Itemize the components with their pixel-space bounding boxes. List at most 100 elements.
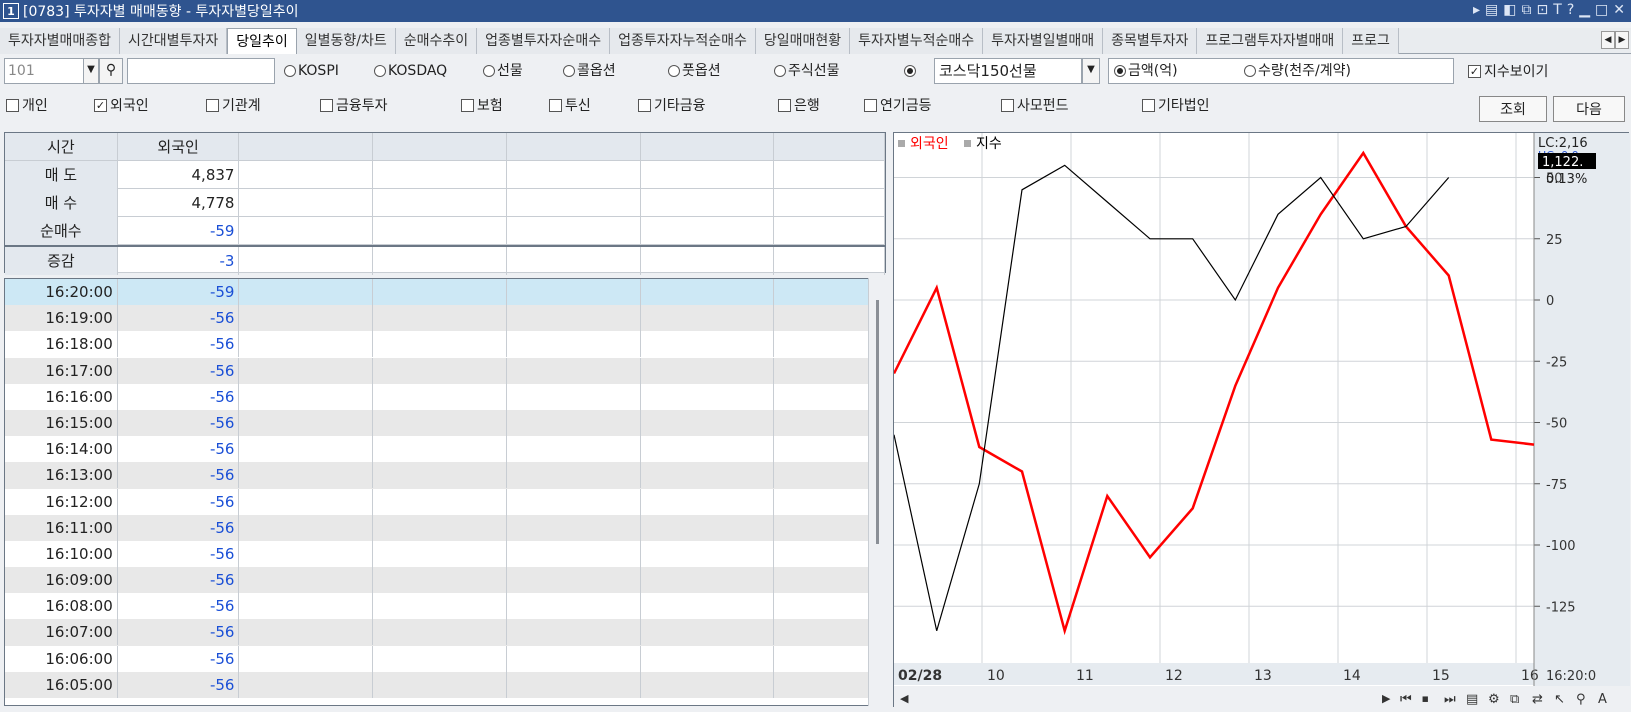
- tab-8[interactable]: 투자자별누적순매수: [850, 28, 983, 54]
- timeline-row[interactable]: 16:14:00-56: [5, 436, 885, 462]
- future-dropdown-icon[interactable]: ▼: [1082, 58, 1100, 84]
- radio-quantity[interactable]: 수량(천주/계약): [1244, 58, 1351, 84]
- timeline-row[interactable]: 16:07:00-56: [5, 619, 885, 645]
- timeline-row[interactable]: 16:17:00-56: [5, 358, 885, 384]
- timeline-row[interactable]: 16:10:00-56: [5, 541, 885, 567]
- timeline-row[interactable]: 16:13:00-56: [5, 462, 885, 488]
- investor-checkbox-2[interactable]: 기관계: [206, 92, 261, 118]
- investor-checkbox-6[interactable]: 기타금융: [638, 92, 706, 118]
- x-tick-label: 12: [1165, 668, 1183, 684]
- tab-6[interactable]: 업종투자자누적순매수: [610, 28, 756, 54]
- chart-tool-icon[interactable]: ↖: [1554, 692, 1565, 707]
- summary-empty-cell: [507, 161, 641, 189]
- timeline-row[interactable]: 16:16:00-56: [5, 384, 885, 410]
- link-icon[interactable]: ◧: [1503, 2, 1516, 18]
- summary-empty-cell: [239, 247, 373, 275]
- investor-checkbox-8[interactable]: 연기금등: [864, 92, 932, 118]
- timeline-value: -56: [118, 646, 240, 672]
- timeline-row[interactable]: 16:11:00-56: [5, 515, 885, 541]
- scroll-thumb[interactable]: [876, 300, 879, 544]
- radio-kospi[interactable]: KOSPI: [284, 58, 339, 84]
- play-icon[interactable]: ▸: [1473, 2, 1480, 18]
- help-icon[interactable]: ?: [1567, 2, 1574, 18]
- timeline-empty-cell: [507, 410, 641, 436]
- radio-kospi-icon: [284, 65, 296, 77]
- minimize-icon[interactable]: ▁: [1579, 2, 1590, 18]
- timeline-row[interactable]: 16:19:00-56: [5, 305, 885, 331]
- tab-1[interactable]: 시간대별투자자: [120, 28, 227, 54]
- summary-empty-cell: [774, 161, 885, 189]
- timeline-empty-cell: [239, 358, 373, 384]
- timeline-row[interactable]: 16:20:00-59: [5, 279, 885, 305]
- code-input[interactable]: 101: [4, 58, 84, 84]
- timeline-scrollbar[interactable]: [868, 278, 886, 706]
- tab-10[interactable]: 종목별투자자: [1103, 28, 1197, 54]
- next-button[interactable]: 다음: [1553, 96, 1625, 122]
- investor-checkbox-9[interactable]: 사모펀드: [1001, 92, 1069, 118]
- chart-tool-icon[interactable]: ⚙: [1488, 692, 1500, 707]
- timeline-empty-cell: [373, 384, 507, 410]
- timeline-row[interactable]: 16:12:00-56: [5, 489, 885, 515]
- tab-0[interactable]: 투자자별매매종합: [0, 28, 120, 54]
- tab-next-icon[interactable]: ▶: [1615, 31, 1629, 49]
- timeline-row[interactable]: 16:06:00-56: [5, 646, 885, 672]
- chart-tool-icon[interactable]: ▤: [1466, 692, 1478, 707]
- radio-call[interactable]: 콜옵션: [563, 58, 616, 84]
- timeline-empty-cell: [507, 384, 641, 410]
- future-select[interactable]: 코스닥150선물: [934, 58, 1082, 84]
- time-label: 16:20:0: [1546, 669, 1596, 684]
- timeline-row[interactable]: 16:09:00-56: [5, 567, 885, 593]
- tab-prev-icon[interactable]: ◀: [1601, 31, 1615, 49]
- investor-checkbox-7[interactable]: 은행: [778, 92, 820, 118]
- investor-checkbox-4[interactable]: 보험: [461, 92, 503, 118]
- title-bar: 1 [0783] 투자자별 매매동향 - 투자자별당일추이 ▸ ▤ ◧ ⧉ ⊡ …: [0, 0, 1631, 22]
- investor-checkbox-1[interactable]: ✓외국인: [94, 92, 149, 118]
- code-name-field[interactable]: [127, 58, 275, 84]
- tab-3[interactable]: 일별동향/차트: [297, 28, 396, 54]
- chart-tool-icon[interactable]: ⏹: [1422, 692, 1429, 707]
- chart-tool-icon[interactable]: ⏮: [1400, 692, 1412, 707]
- chart-tool-icon[interactable]: ⧉: [1510, 692, 1519, 707]
- radio-selected[interactable]: [904, 58, 916, 84]
- radio-put[interactable]: 풋옵션: [668, 58, 721, 84]
- timeline-row[interactable]: 16:05:00-56: [5, 672, 885, 698]
- close-icon[interactable]: ✕: [1613, 2, 1625, 18]
- tab-2[interactable]: 당일추이: [227, 28, 297, 54]
- radio-stock-futures[interactable]: 주식선물: [774, 58, 840, 84]
- code-dropdown-icon[interactable]: ▼: [83, 58, 99, 84]
- lock-icon[interactable]: ⊡: [1537, 2, 1549, 18]
- timeline-empty-cell: [641, 672, 775, 698]
- search-icon[interactable]: ⚲: [99, 58, 123, 84]
- chart-tool-icon[interactable]: ⇄: [1532, 692, 1543, 707]
- timeline-empty-cell: [239, 305, 373, 331]
- copy-icon[interactable]: ⧉: [1522, 2, 1532, 18]
- radio-futures[interactable]: 선물: [483, 58, 523, 84]
- radio-kosdaq[interactable]: KOSDAQ: [374, 58, 447, 84]
- chart-tool-icon[interactable]: ⏭: [1444, 692, 1456, 707]
- investor-checkbox-0[interactable]: 개인: [6, 92, 48, 118]
- memo-icon[interactable]: ▤: [1485, 2, 1498, 18]
- timeline-row[interactable]: 16:15:00-56: [5, 410, 885, 436]
- timeline-empty-cell: [373, 672, 507, 698]
- timeline-row[interactable]: 16:18:00-56: [5, 331, 885, 357]
- tab-4[interactable]: 순매수추이: [396, 28, 477, 54]
- timeline-empty-cell: [373, 646, 507, 672]
- maximize-icon[interactable]: □: [1595, 2, 1608, 18]
- tab-7[interactable]: 당일매매현황: [756, 28, 850, 54]
- tab-11[interactable]: 프로그램투자자별매매: [1197, 28, 1343, 54]
- investor-checkbox-10[interactable]: 기타법인: [1142, 92, 1210, 118]
- timeline-row[interactable]: 16:08:00-56: [5, 593, 885, 619]
- chart-tool-icon[interactable]: A: [1598, 692, 1607, 707]
- tab-5[interactable]: 업종별투자자순매수: [477, 28, 610, 54]
- investor-checkbox-5[interactable]: 투신: [549, 92, 591, 118]
- tab-12[interactable]: 프로그: [1343, 28, 1399, 54]
- font-icon[interactable]: T: [1553, 2, 1562, 18]
- radio-amount[interactable]: 금액(억): [1114, 58, 1178, 84]
- summary-empty-cell: [774, 189, 885, 217]
- chart-tool-icon[interactable]: ⚲: [1576, 692, 1586, 707]
- timeline-empty-cell: [373, 279, 507, 305]
- tab-9[interactable]: 투자자별일별매매: [983, 28, 1103, 54]
- investor-checkbox-3[interactable]: 금융투자: [320, 92, 388, 118]
- query-button[interactable]: 조회: [1479, 96, 1547, 122]
- show-index-checkbox[interactable]: ✓지수보이기: [1468, 58, 1548, 84]
